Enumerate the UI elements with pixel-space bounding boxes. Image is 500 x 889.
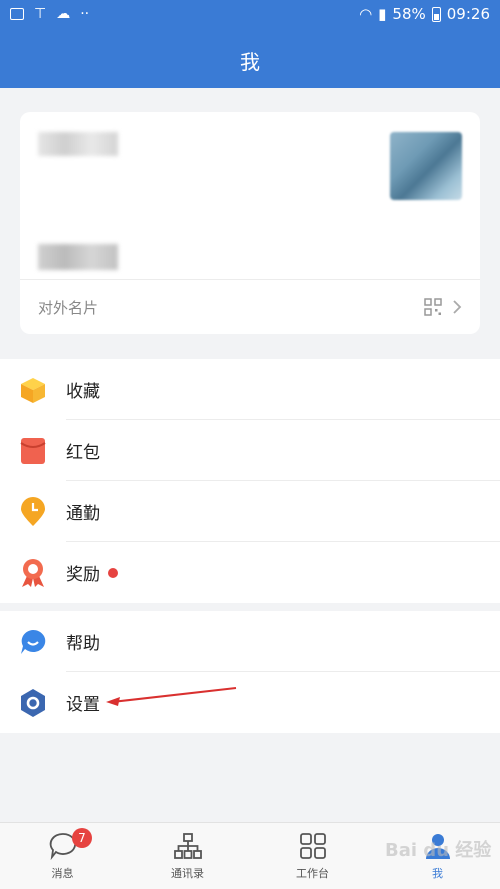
grid-apps-icon <box>299 833 326 859</box>
menu-item-favorites[interactable]: 收藏 <box>0 359 500 420</box>
tab-label: 通讯录 <box>171 867 204 880</box>
wifi-icon: ◠ <box>359 5 373 23</box>
signal-icon: ▮ <box>378 5 387 23</box>
battery-percent: 58% <box>392 5 426 23</box>
settings-hexagon-icon <box>18 688 48 718</box>
flag-notification-icon: ⊤ <box>34 6 47 22</box>
menu-item-label: 红包 <box>66 443 100 463</box>
favorites-cube-icon <box>18 375 48 405</box>
menu-group-primary: 收藏 红包 通勤 奖励 <box>0 359 500 603</box>
avatar[interactable] <box>390 132 462 200</box>
blurred-user-info <box>38 244 118 270</box>
menu-item-label: 设置 <box>66 695 100 715</box>
menu-item-label: 奖励 <box>66 565 100 585</box>
award-medal-icon <box>18 558 48 588</box>
qr-code-icon[interactable] <box>424 298 442 316</box>
business-card-label: 对外名片 <box>38 298 99 317</box>
tab-messages[interactable]: 消息 7 <box>0 823 125 889</box>
business-card-row[interactable]: 对外名片 <box>38 280 462 334</box>
menu-item-label: 收藏 <box>66 382 100 402</box>
unread-badge: 7 <box>72 828 92 848</box>
tab-label: 我 <box>432 867 443 880</box>
chevron-right-icon <box>453 300 462 314</box>
watermark: Bai du 经验 <box>385 840 492 861</box>
notification-icons: ⊤ ☁ ·· <box>10 6 89 22</box>
image-notification-icon <box>10 8 24 20</box>
blurred-user-name <box>38 132 118 156</box>
red-envelope-icon <box>18 436 48 466</box>
menu-item-red-envelope[interactable]: 红包 <box>0 420 500 481</box>
org-chart-icon <box>173 833 202 859</box>
menu-item-label: 通勤 <box>66 504 100 524</box>
system-status: ◠ ▮ 58% 09:26 <box>359 5 490 23</box>
help-chat-icon <box>18 627 48 657</box>
app-header: 我 <box>0 30 500 88</box>
menu-item-settings[interactable]: 设置 <box>0 672 500 733</box>
cloud-notification-icon: ☁ <box>56 6 71 22</box>
menu-item-help[interactable]: 帮助 <box>0 611 500 672</box>
tab-contacts[interactable]: 通讯录 <box>125 823 250 889</box>
tab-label: 消息 <box>51 867 74 880</box>
profile-card[interactable]: 对外名片 <box>20 112 480 334</box>
battery-icon <box>431 6 441 22</box>
menu-item-rewards[interactable]: 奖励 <box>0 542 500 603</box>
more-notifications-icon: ·· <box>80 6 90 22</box>
status-bar: ⊤ ☁ ·· ◠ ▮ 58% 09:26 <box>0 0 500 30</box>
clock: 09:26 <box>446 5 490 23</box>
menu-group-secondary: 帮助 设置 <box>0 611 500 733</box>
menu-item-commute[interactable]: 通勤 <box>0 481 500 542</box>
commute-clock-pin-icon <box>18 496 48 527</box>
tab-label: 工作台 <box>296 867 329 880</box>
page-title: 我 <box>240 50 260 74</box>
new-indicator-dot <box>108 567 118 578</box>
menu-item-label: 帮助 <box>66 634 100 654</box>
tab-workbench[interactable]: 工作台 <box>250 823 375 889</box>
